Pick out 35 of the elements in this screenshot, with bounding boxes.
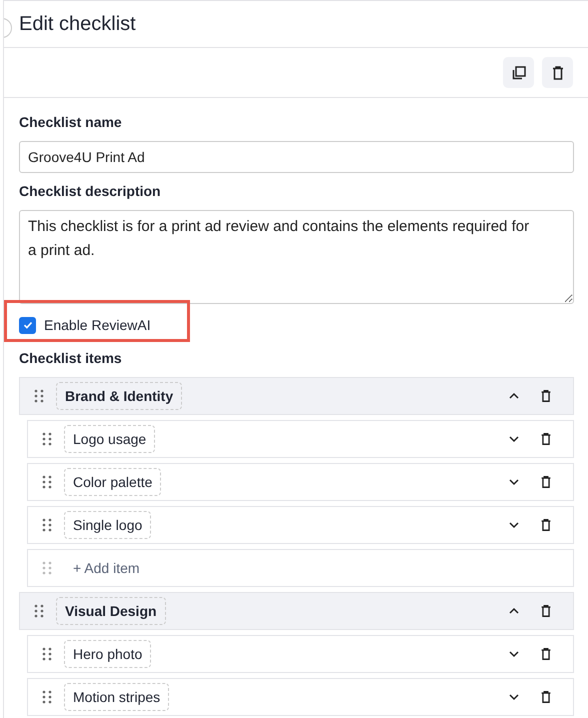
drag-handle-icon[interactable] <box>42 432 52 446</box>
trash-icon[interactable] <box>539 389 553 403</box>
trash-icon[interactable] <box>539 604 553 618</box>
name-field[interactable]: Groove4U Print Ad <box>19 141 574 173</box>
trash-icon[interactable] <box>539 647 553 661</box>
item-title[interactable]: Logo usage <box>64 425 156 453</box>
panel-title: Edit checklist <box>19 12 136 36</box>
group-title[interactable]: Visual Design <box>56 597 166 625</box>
item-title[interactable]: Single logo <box>64 511 152 539</box>
item-title[interactable]: Color palette <box>64 468 162 496</box>
add-item-link[interactable]: + Add item <box>64 560 140 576</box>
drag-handle-icon[interactable] <box>42 518 52 532</box>
description-field[interactable]: This checklist is for a print ad review and contains the elements required for a print ad. <box>19 210 574 304</box>
field-label: Checklist description <box>19 183 162 199</box>
trash-icon[interactable] <box>539 518 553 532</box>
check-icon <box>22 319 34 331</box>
delete-button[interactable] <box>542 57 573 88</box>
group-title[interactable]: Brand & Identity <box>56 382 182 410</box>
trash-icon[interactable] <box>539 475 553 489</box>
section-label: Checklist items <box>19 350 123 366</box>
drag-handle-icon[interactable] <box>42 647 52 661</box>
drag-handle-icon[interactable] <box>42 475 52 489</box>
drag-handle-icon[interactable] <box>34 604 44 618</box>
trash-icon[interactable] <box>539 432 553 446</box>
item-title[interactable]: Motion stripes <box>64 683 170 711</box>
item-title[interactable]: Hero photo <box>64 640 152 668</box>
checkbox-label: Enable ReviewAI <box>44 317 151 333</box>
drag-handle-icon <box>42 561 52 575</box>
copy-icon <box>510 64 526 80</box>
duplicate-button[interactable] <box>503 57 534 88</box>
drag-handle-icon[interactable] <box>34 389 44 403</box>
field-label: Checklist name <box>19 114 123 130</box>
trash-icon[interactable] <box>539 690 553 704</box>
drag-handle-icon[interactable] <box>42 690 52 704</box>
checkbox[interactable] <box>19 316 36 334</box>
